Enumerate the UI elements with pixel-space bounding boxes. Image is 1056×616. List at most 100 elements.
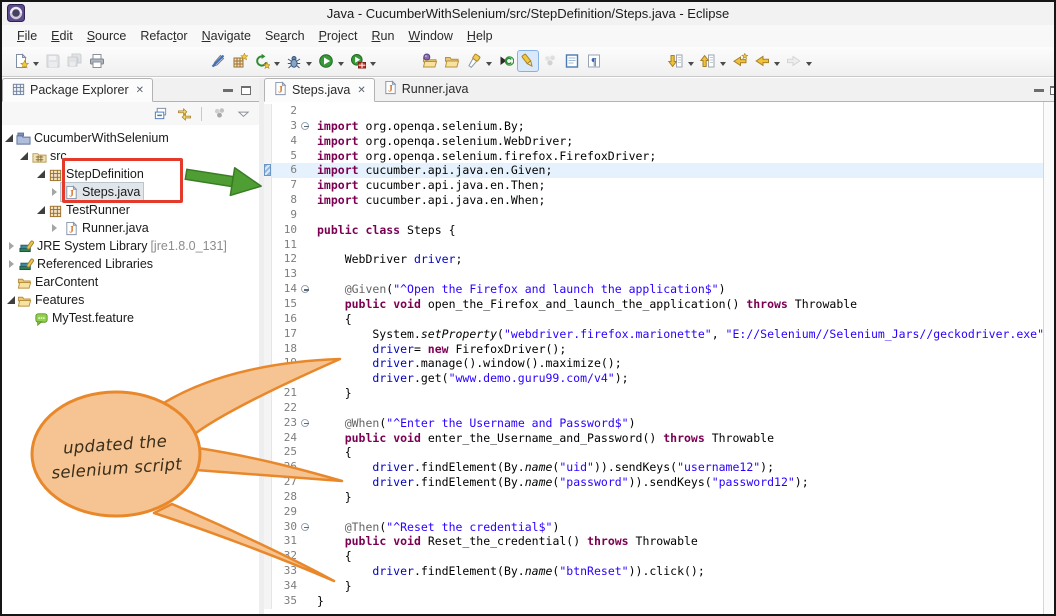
code-text[interactable]: driver.findElement(By.name("uid")).sendK… xyxy=(312,460,774,475)
fold-collapse-icon[interactable] xyxy=(301,523,309,531)
code-line-32[interactable]: 32 { xyxy=(264,549,1043,564)
editor-body[interactable]: 23import org.openqa.selenium.By;4import … xyxy=(264,102,1054,614)
debug-button[interactable] xyxy=(283,50,305,72)
menu-search[interactable]: Search xyxy=(258,27,312,45)
code-line-15[interactable]: 15 public void open_the_Firefox_and_laun… xyxy=(264,297,1043,312)
annotation-ruler-cell[interactable] xyxy=(264,223,272,238)
annotation-ruler-cell[interactable] xyxy=(264,149,272,164)
annotation-ruler-cell[interactable] xyxy=(264,312,272,327)
code-text[interactable]: public void Reset_the_credential() throw… xyxy=(312,534,698,549)
tree-item-cucumberwithselenium[interactable]: CucumberWithSelenium xyxy=(2,129,259,147)
code-text[interactable]: WebDriver driver; xyxy=(312,252,462,267)
skip-all-breakpoints-button[interactable] xyxy=(207,50,229,72)
save-button[interactable] xyxy=(42,50,64,72)
tree-entry[interactable]: Referenced Libraries xyxy=(16,255,156,273)
code-text[interactable]: } xyxy=(312,386,352,401)
code-text[interactable]: driver.get("www.demo.guru99.com/v4"); xyxy=(312,371,629,386)
minimize-icon[interactable] xyxy=(1034,89,1044,92)
fold-collapse-icon[interactable] xyxy=(301,285,309,293)
expand-arrow-icon[interactable] xyxy=(52,188,61,196)
print-button[interactable] xyxy=(86,50,108,72)
open-folder-button[interactable] xyxy=(441,50,463,72)
tree-item-runner-java[interactable]: JRunner.java xyxy=(2,219,259,237)
code-text[interactable] xyxy=(312,267,317,282)
menu-run[interactable]: Run xyxy=(364,27,401,45)
code-text[interactable]: { xyxy=(312,549,352,564)
code-text[interactable]: driver.manage().window().maximize(); xyxy=(312,356,622,371)
open-type-hierarchy-button[interactable] xyxy=(495,50,517,72)
last-edit-location-button[interactable] xyxy=(729,50,751,72)
tree-entry[interactable]: JRunner.java xyxy=(61,219,152,237)
annotation-ruler-cell[interactable] xyxy=(264,505,272,520)
code-line-34[interactable]: 34 } xyxy=(264,579,1043,594)
code-text[interactable]: @Then("^Reset the credential$") xyxy=(312,520,559,535)
annotation-ruler-cell[interactable] xyxy=(264,386,272,401)
tree-item-referenced-libraries[interactable]: Referenced Libraries xyxy=(2,255,259,273)
run-button[interactable] xyxy=(315,50,337,72)
annotation-ruler-cell[interactable] xyxy=(264,579,272,594)
code-line-13[interactable]: 13 xyxy=(264,267,1043,282)
close-view-icon[interactable]: ✕ xyxy=(136,85,144,96)
code-text[interactable] xyxy=(312,208,317,223)
code-text[interactable]: @Given("^Open the Firefox and launch the… xyxy=(312,282,726,297)
code-line-21[interactable]: 21 } xyxy=(264,386,1043,401)
annotation-ruler-cell[interactable] xyxy=(264,534,272,549)
fold-collapse-icon[interactable] xyxy=(301,419,309,427)
annotation-ruler-cell[interactable] xyxy=(264,520,272,535)
menu-refactor[interactable]: Refactor xyxy=(133,27,194,45)
code-text[interactable]: driver= new FirefoxDriver(); xyxy=(312,342,566,357)
package-explorer-tab[interactable]: Package Explorer ✕ xyxy=(2,78,153,102)
code-text[interactable]: import org.openqa.selenium.WebDriver; xyxy=(312,134,573,149)
editor-tab-runner-java[interactable]: JRunner.java xyxy=(375,77,477,101)
menu-edit[interactable]: Edit xyxy=(44,27,80,45)
expand-arrow-icon[interactable] xyxy=(52,224,61,232)
code-text[interactable]: driver.findElement(By.name("btnReset")).… xyxy=(312,564,705,579)
annotation-ruler-cell[interactable] xyxy=(264,356,272,371)
annotation-ruler-cell[interactable] xyxy=(264,564,272,579)
code-line-30[interactable]: 30 @Then("^Reset the credential$") xyxy=(264,520,1043,535)
link-with-editor-button[interactable] xyxy=(174,104,194,124)
minimize-icon[interactable] xyxy=(223,89,233,92)
code-line-6[interactable]: 6import cucumber.api.java.en.Given; xyxy=(264,163,1043,178)
annotation-ruler-cell[interactable] xyxy=(264,104,272,119)
view-menu-button[interactable] xyxy=(233,104,253,124)
annotation-ruler-cell[interactable] xyxy=(264,342,272,357)
new-package-button[interactable] xyxy=(229,50,251,72)
annotation-ruler-cell[interactable] xyxy=(264,401,272,416)
tree-item-earcontent[interactable]: EarContent xyxy=(2,273,259,291)
previous-annotation-button[interactable] xyxy=(697,50,719,72)
code-line-23[interactable]: 23 @When("^Enter the Username and Passwo… xyxy=(264,416,1043,431)
annotation-ruler-cell[interactable] xyxy=(264,490,272,505)
code-line-11[interactable]: 11 xyxy=(264,238,1043,253)
code-line-33[interactable]: 33 driver.findElement(By.name("btnReset"… xyxy=(264,564,1043,579)
collapse-arrow-icon[interactable] xyxy=(37,170,45,178)
external-annotations-button[interactable] xyxy=(539,50,561,72)
code-line-7[interactable]: 7import cucumber.api.java.en.Then; xyxy=(264,178,1043,193)
annotation-ruler-cell[interactable] xyxy=(264,282,272,297)
tree-entry[interactable]: EarContent xyxy=(14,273,101,291)
annotation-ruler-cell[interactable] xyxy=(264,119,272,134)
code-text[interactable] xyxy=(312,401,317,416)
code-text[interactable]: } xyxy=(312,579,352,594)
code-text[interactable]: driver.findElement(By.name("password")).… xyxy=(312,475,809,490)
code-line-14[interactable]: 14 @Given("^Open the Firefox and launch … xyxy=(264,282,1043,297)
search-button[interactable] xyxy=(463,50,485,72)
code-text[interactable]: import cucumber.api.java.en.Then; xyxy=(312,178,545,193)
code-line-3[interactable]: 3import org.openqa.selenium.By; xyxy=(264,119,1043,134)
code-line-5[interactable]: 5import org.openqa.selenium.firefox.Fire… xyxy=(264,149,1043,164)
code-line-27[interactable]: 27 driver.findElement(By.name("password"… xyxy=(264,475,1043,490)
annotation-ruler-cell[interactable] xyxy=(264,431,272,446)
code-line-18[interactable]: 18 driver= new FirefoxDriver(); xyxy=(264,342,1043,357)
annotation-ruler-cell[interactable] xyxy=(264,252,272,267)
code-line-24[interactable]: 24 public void enter_the_Username_and_Pa… xyxy=(264,431,1043,446)
code-line-29[interactable]: 29 xyxy=(264,505,1043,520)
code-text[interactable]: public class Steps { xyxy=(312,223,456,238)
focus-button[interactable] xyxy=(209,104,229,124)
code-text[interactable]: import org.openqa.selenium.firefox.Firef… xyxy=(312,149,656,164)
annotation-ruler-cell[interactable] xyxy=(264,208,272,223)
menu-file[interactable]: File xyxy=(10,27,44,45)
refresh-wizard-button[interactable] xyxy=(251,50,273,72)
previous-annotation-button-dropdown-icon[interactable] xyxy=(720,62,726,69)
code-line-28[interactable]: 28 } xyxy=(264,490,1043,505)
collapse-all-button[interactable] xyxy=(150,104,170,124)
